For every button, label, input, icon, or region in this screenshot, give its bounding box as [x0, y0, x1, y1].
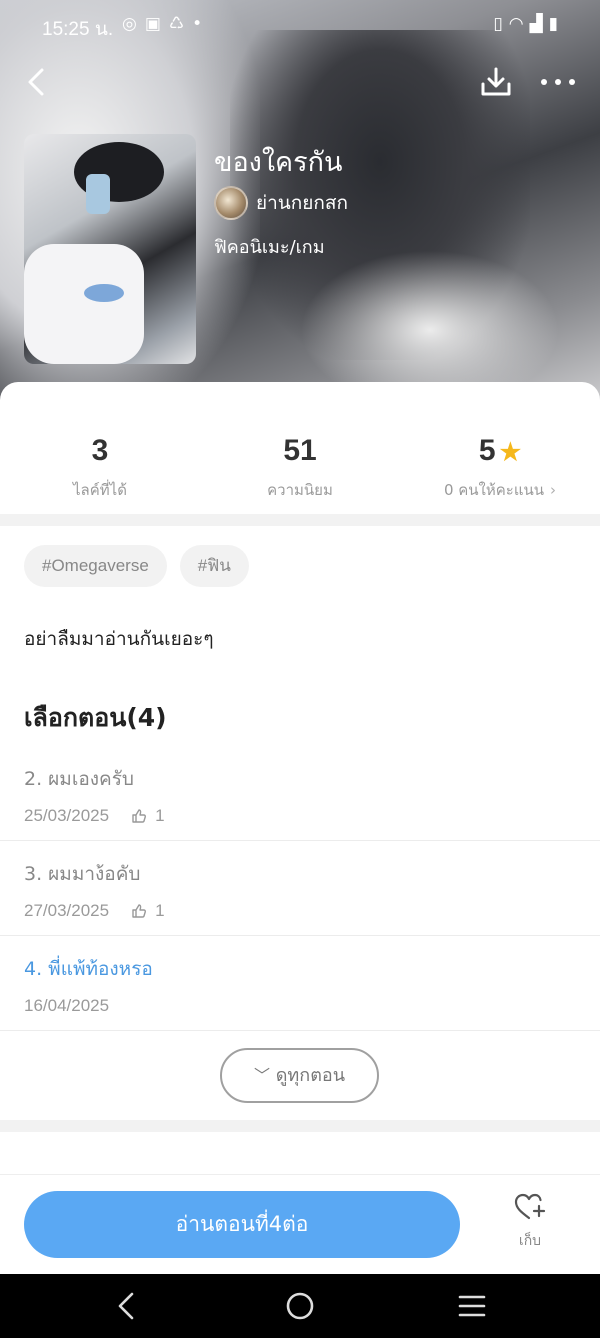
episode-date: 25/03/2025	[24, 806, 110, 825]
episode-likes: 1	[155, 901, 165, 920]
section-divider	[0, 514, 600, 526]
tag-fin[interactable]: #ฟิน	[179, 545, 249, 587]
tag-omegaverse[interactable]: #Omegaverse	[24, 545, 167, 587]
view-all-episodes-button[interactable]: ﹀ ดูทุกตอน	[220, 1048, 379, 1103]
episode-row[interactable]: 2. ผมเองครับ 25/03/2025 1	[0, 746, 600, 841]
stat-rating-value: 5	[478, 434, 496, 467]
author-avatar	[214, 186, 248, 220]
wifi-icon: ◠	[508, 14, 530, 34]
star-icon: ★	[499, 439, 522, 466]
chevron-down-icon: ﹀	[253, 1066, 270, 1085]
bag-icon: ▣	[144, 14, 169, 34]
signal-icon: ▟	[529, 14, 549, 34]
story-cover-image	[24, 134, 196, 364]
stats-row: 3 ไลค์ที่ได้ 51 ความนิยม 5 ★ 0 คนให้คะแนน…	[0, 430, 600, 510]
stat-rating-label: 0 คนให้คะแนน	[443, 481, 545, 499]
status-time: 15:25 น.	[42, 19, 114, 40]
more-button[interactable]	[538, 68, 578, 96]
stat-likes-label: ไลค์ที่ได้	[73, 481, 127, 499]
stat-popularity-label: ความนิยม	[267, 481, 333, 499]
episodes-heading: เลือกตอน(4)	[24, 703, 167, 732]
episode-title: 2. ผมเองครับ	[24, 768, 134, 790]
story-genre: ฟิคอนิเมะ/เกม	[214, 237, 325, 258]
tag-list: #Omegaverse #ฟิน	[24, 545, 249, 587]
thumbs-up-icon	[132, 904, 147, 918]
nav-back-icon[interactable]	[112, 1288, 140, 1324]
battery-icon: ▮	[548, 14, 564, 34]
thumbs-up-icon	[132, 809, 147, 823]
nav-home-icon[interactable]	[284, 1288, 316, 1324]
episode-title: 4. พี่แพ้ท้องหรอ	[24, 958, 153, 980]
instagram-icon: ◎	[122, 14, 145, 34]
episode-row-current[interactable]: 4. พี่แพ้ท้องหรอ 16/04/2025	[0, 936, 600, 1031]
author-row[interactable]: ย่านกยกสก	[214, 186, 348, 220]
vibrate-icon: ▯	[493, 14, 509, 34]
episode-date: 16/04/2025	[24, 996, 110, 1015]
recycle-icon: ♺	[168, 14, 193, 34]
stat-popularity-value: 51	[283, 434, 317, 467]
back-button[interactable]	[20, 62, 56, 102]
continue-reading-button[interactable]: อ่านตอนที่4ต่อ	[24, 1191, 460, 1258]
download-button[interactable]	[478, 64, 514, 100]
status-app-icons: ◎▣♺•	[122, 14, 210, 34]
chevron-left-icon	[28, 68, 44, 96]
story-title: ของใครกัน	[214, 147, 343, 178]
dot-icon: •	[192, 14, 211, 34]
nav-recents-icon[interactable]	[456, 1288, 488, 1324]
view-all-label: ดูทุกตอน	[275, 1065, 345, 1086]
status-bar: 15:25 น. ◎▣♺• ▯◠▟▮	[0, 0, 600, 50]
episode-date: 27/03/2025	[24, 901, 110, 920]
save-to-library-button[interactable]: เก็บ	[500, 1192, 560, 1258]
synopsis-text: อย่าลืมมาอ่านกันเยอะๆ	[24, 628, 214, 650]
heart-plus-icon	[514, 1193, 546, 1220]
episode-likes: 1	[155, 806, 165, 825]
author-name: ย่านกยกสก	[256, 192, 349, 214]
stat-popularity: 51 ความนิยม	[200, 430, 400, 502]
stat-rating[interactable]: 5 ★ 0 คนให้คะแนน ›	[400, 430, 600, 502]
save-label: เก็บ	[518, 1233, 542, 1249]
status-system-icons: ▯◠▟▮	[493, 14, 564, 34]
more-dots-icon	[541, 79, 575, 85]
episode-row[interactable]: 3. ผมมาง้อคับ 27/03/2025 1	[0, 841, 600, 936]
chevron-right-icon: ›	[550, 481, 557, 499]
section-divider	[0, 1120, 600, 1132]
download-icon	[481, 67, 511, 96]
android-nav-bar	[0, 1274, 600, 1338]
stat-likes: 3 ไลค์ที่ได้	[0, 430, 200, 502]
stat-likes-value: 3	[91, 434, 109, 467]
episode-title: 3. ผมมาง้อคับ	[24, 863, 141, 885]
